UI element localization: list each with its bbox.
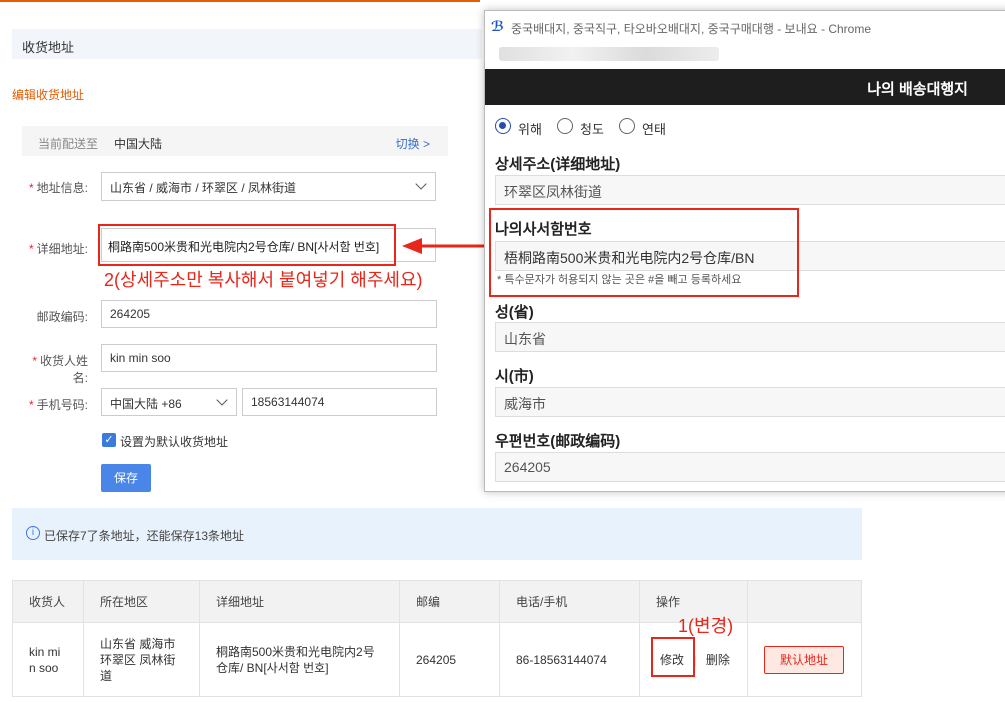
chevron-down-icon (216, 394, 228, 406)
radio-qingdao-label: 청도 (580, 122, 604, 137)
popup-header-bar: 나의 배송대행지 (485, 69, 1005, 105)
radio-weihai-label: 위해 (518, 122, 542, 137)
postal-input[interactable]: 264205 (101, 300, 437, 328)
chrome-popup-window: ℬ 중국배대지, 중국직구, 타오바오배대지, 중국구매대행 - 보내요 - C… (484, 10, 1005, 492)
shipping-label: 当前配送至 (38, 137, 99, 151)
col-header-detail: 详细地址 (199, 580, 400, 623)
top-accent-line (0, 0, 480, 2)
default-address-button[interactable]: 默认地址 (764, 645, 844, 674)
edit-address-title: 编辑收货地址 (12, 88, 85, 102)
table-header-row: 收货人 所在地区 详细地址 邮编 电话/手机 操作 (12, 580, 862, 623)
arrow-left-icon (402, 238, 488, 254)
phone-value: 18563144074 (251, 395, 325, 409)
postal-label: 邮政编码: (36, 310, 88, 324)
name-value: kin min soo (110, 351, 171, 365)
annotation-step2: 2(상세주소만 복사해서 붙여넣기 해주세요) (104, 270, 423, 290)
col-header-receiver: 收货人 (12, 580, 84, 623)
shipping-destination-bar: 当前配送至 中国大陆 切换 > (22, 126, 448, 156)
col-header-phone: 电话/手机 (499, 580, 640, 623)
phone-country-value: 中国大陆 +86 (110, 397, 182, 411)
detail-address-value: 桐路南500米贵和光电院内2号仓库/ BN[사서함 번호] (108, 240, 380, 254)
radio-weihai[interactable] (495, 118, 511, 134)
save-button[interactable]: 保存 (101, 464, 151, 492)
site-logo-icon: ℬ (491, 18, 504, 34)
annotation-step1: 1(변경) (678, 616, 734, 636)
cell-postal: 264205 (399, 622, 500, 697)
popup-zip-value: 264205 (504, 459, 551, 475)
section-header: 收货地址 (12, 29, 482, 59)
info-box: i 已保存7了条地址，还能保存13条地址 (12, 508, 862, 560)
cell-phone: 86-18563144074 (499, 622, 640, 697)
cell-region: 山东省 威海市 环翠区 凤林街道 (83, 622, 200, 697)
phone-label: * 手机号码: (28, 398, 88, 412)
col-header-postal: 邮编 (399, 580, 500, 623)
popup-province-label: 성(省) (495, 304, 534, 321)
address-table: 收货人 所在地区 详细地址 邮编 电话/手机 操作 kin mi n soo 山… (12, 580, 862, 697)
default-checkbox[interactable]: ✓ (102, 433, 116, 447)
region-label: * 地址信息: (28, 181, 88, 195)
info-text: 已保存7了条地址，还能保存13条地址 (44, 529, 245, 543)
table-row: kin mi n soo 山东省 威海市 环翠区 凤林街道 桐路南500米贵和光… (12, 622, 862, 697)
info-icon: i (26, 526, 40, 540)
detail-label: * 详细地址: (28, 242, 88, 256)
delete-link[interactable]: 删除 (700, 653, 730, 667)
radio-qingdao[interactable] (557, 118, 573, 134)
popup-zip-label: 우편번호(邮政编码) (495, 433, 621, 450)
popup-window-title: 중국배대지, 중국직구, 타오바오배대지, 중국구매대행 - 보내요 - Chr… (511, 22, 872, 36)
postal-value: 264205 (110, 307, 151, 321)
name-label: * 收货人姓名: (32, 354, 88, 385)
popup-header-title: 나의 배송대행지 (867, 81, 968, 98)
popup-titlebar: ℬ 중국배대지, 중국직구, 타오바오배대지, 중국구매대행 - 보내요 - C… (485, 11, 1005, 43)
phone-input[interactable]: 18563144074 (242, 388, 437, 416)
radio-yantai-label: 연태 (642, 122, 666, 137)
popup-city-value: 威海市 (504, 396, 546, 412)
popup-zip-field[interactable]: 264205 (495, 452, 1005, 482)
radio-yantai[interactable] (619, 118, 635, 134)
pobox-highlight-box (489, 208, 799, 297)
col-header-region: 所在地区 (83, 580, 200, 623)
popup-province-field[interactable]: 山东省 (495, 322, 1005, 352)
switch-link[interactable]: 切换 > (396, 135, 430, 152)
cell-default: 默认地址 (747, 622, 862, 697)
popup-city-label: 시(市) (495, 368, 534, 385)
col-header-default (747, 580, 862, 623)
region-select-value: 山东省 / 威海市 / 环翠区 / 凤林街道 (110, 181, 297, 195)
section-title: 收货地址 (22, 40, 75, 55)
popup-province-value: 山东省 (504, 331, 546, 347)
popup-detail-value: 环翠区凤林街道 (504, 184, 602, 200)
blurred-url-bar (499, 47, 719, 61)
shipping-value: 中国大陆 (114, 137, 163, 151)
popup-detail-label: 상세주소(详细地址) (495, 156, 621, 173)
cell-detail: 桐路南500米贵和光电院内2号仓库/ BN[사서함 번호] (199, 622, 400, 697)
popup-detail-field[interactable]: 环翠区凤林街道 (495, 175, 1005, 205)
popup-city-field[interactable]: 威海市 (495, 387, 1005, 417)
cell-name: kin mi n soo (12, 622, 84, 697)
name-input[interactable]: kin min soo (101, 344, 437, 372)
phone-country-select[interactable]: 中国大陆 +86 (101, 388, 237, 416)
default-checkbox-label: 设置为默认收货地址 (120, 435, 229, 449)
edit-highlight-box (651, 637, 695, 677)
chevron-down-icon (415, 178, 427, 190)
region-select[interactable]: 山东省 / 威海市 / 环翠区 / 凤林街道 (101, 172, 436, 201)
